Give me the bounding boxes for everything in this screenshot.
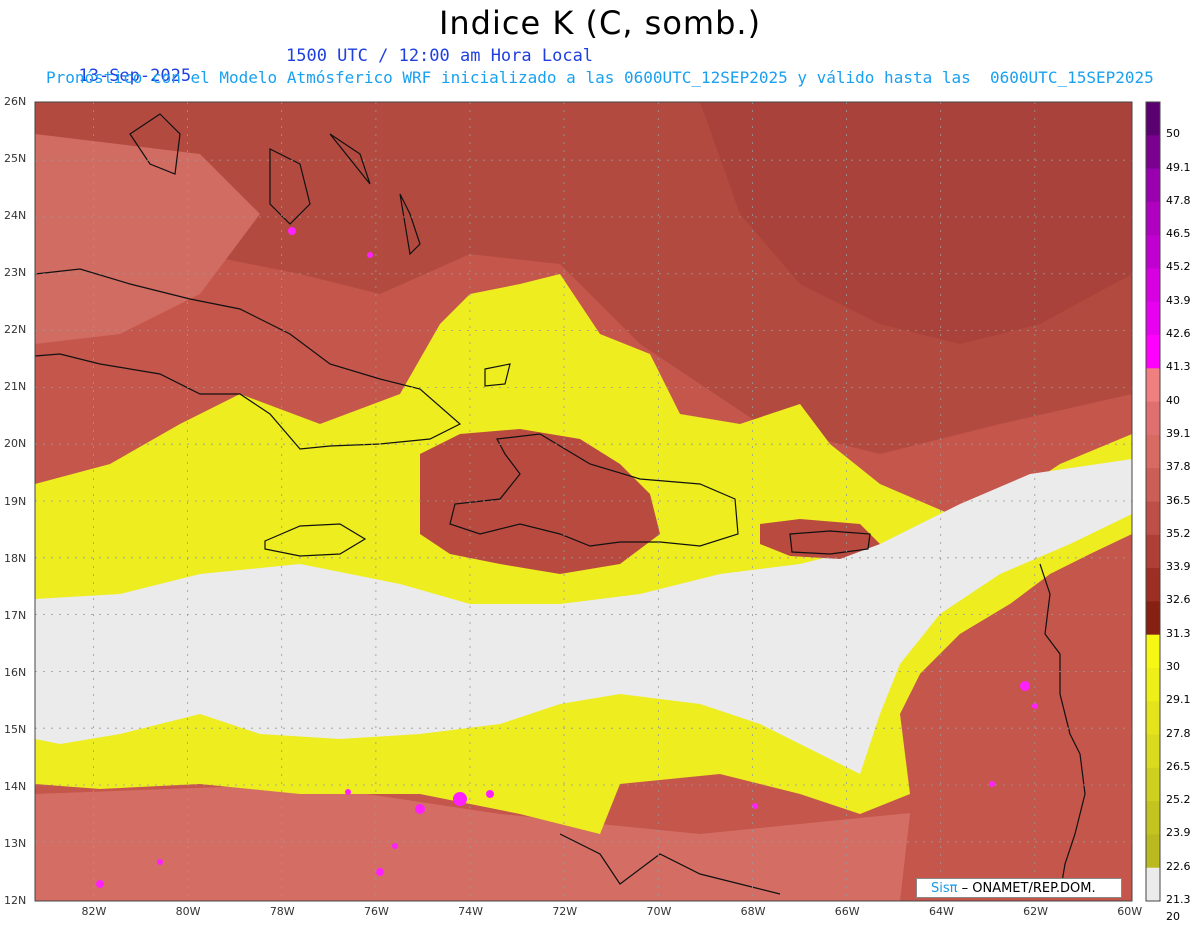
colorbar-swatch — [1146, 102, 1160, 136]
colorbar-label: 43.9 — [1166, 293, 1191, 307]
colorbar-swatch — [1146, 701, 1160, 736]
colorbar-swatch — [1146, 634, 1160, 669]
lon-label: 76W — [363, 905, 389, 918]
colorbar-swatch — [1146, 301, 1160, 336]
lat-label: 16N — [4, 665, 27, 679]
lon-label: 82W — [81, 905, 107, 918]
map-plot-area — [35, 102, 1132, 901]
lat-label: 25N — [4, 152, 27, 166]
colorbar-label: 35.2 — [1166, 526, 1191, 540]
colorbar-swatch — [1146, 201, 1160, 236]
lat-label: 18N — [4, 551, 27, 565]
lat-label: 21N — [4, 380, 27, 394]
colorbar-swatch — [1146, 368, 1160, 403]
colorbar-swatch — [1146, 434, 1160, 469]
colorbar-label: 25.2 — [1166, 793, 1191, 807]
lat-label: 24N — [4, 209, 27, 223]
colorbar-label: 33.9 — [1166, 560, 1191, 574]
lat-label: 26N — [4, 95, 27, 108]
colorbar-label: 46.5 — [1166, 227, 1191, 241]
colorbar-label: 30 — [1166, 659, 1180, 673]
colorbar-swatch — [1146, 501, 1160, 536]
colorbar-swatch — [1146, 534, 1160, 569]
colorbar-swatch — [1146, 867, 1160, 902]
valid-time: 1500 UTC / 12:00 am Hora Local — [286, 46, 594, 66]
colorbar-swatch — [1146, 767, 1160, 802]
colorbar-swatch — [1146, 468, 1160, 502]
lon-label: 74W — [458, 905, 484, 918]
colorbar-swatch — [1146, 268, 1160, 303]
credit-text: – ONAMET/REP.DOM. — [961, 881, 1096, 896]
colorbar-label: 23.9 — [1166, 826, 1191, 840]
colorbar-label: 22.6 — [1166, 859, 1191, 873]
colorbar-label: 42.6 — [1166, 327, 1191, 341]
lat-label: 20N — [4, 437, 27, 451]
lat-label: 14N — [4, 779, 27, 793]
credit-box: Sisπ – ONAMET/REP.DOM. — [916, 878, 1122, 898]
colorbar-label: 31.3 — [1166, 626, 1191, 640]
colorbar-label: 36.5 — [1166, 493, 1191, 507]
lon-label: 80W — [175, 905, 201, 918]
colorbar-label: 21.3 — [1166, 893, 1191, 906]
colorbar-label: 29.1 — [1166, 693, 1191, 707]
k-index-map — [34, 101, 1161, 902]
forecast-info: Pronóstico con el Modelo Atmósferico WRF… — [46, 68, 1154, 87]
lon-label: 68W — [740, 905, 766, 918]
colorbar-label: 50 — [1166, 127, 1180, 141]
colorbar-swatch — [1146, 135, 1160, 170]
colorbar-label: 49.1 — [1166, 160, 1191, 174]
colorbar-swatch — [1146, 568, 1160, 602]
lon-label: 60W — [1117, 905, 1143, 918]
lat-label: 13N — [4, 836, 27, 850]
lon-label: 62W — [1023, 905, 1048, 918]
lon-label: 64W — [928, 905, 954, 918]
lat-label: 12N — [4, 894, 27, 907]
colorbar-label: 26.5 — [1166, 759, 1191, 773]
lon-label: 66W — [834, 905, 860, 918]
colorbar-label: 20 — [1166, 909, 1180, 923]
lon-label: 72W — [552, 905, 578, 918]
colorbar-swatch — [1146, 667, 1160, 702]
colorbar — [1146, 102, 1160, 902]
colorbar-swatch — [1146, 168, 1160, 203]
colorbar-label: 27.8 — [1166, 726, 1191, 740]
lat-label: 17N — [4, 608, 27, 622]
colorbar-label: 37.8 — [1166, 460, 1191, 474]
colorbar-swatch — [1146, 235, 1160, 269]
colorbar-label: 32.6 — [1166, 593, 1191, 607]
map-title: Indice K (C, somb.) — [438, 4, 762, 42]
colorbar-label: 47.8 — [1166, 193, 1191, 207]
colorbar-label: 41.3 — [1166, 360, 1191, 374]
colorbar-swatch — [1146, 801, 1160, 835]
colorbar-label: 40 — [1166, 393, 1180, 407]
colorbar-swatch — [1146, 335, 1160, 369]
colorbar-label: 45.2 — [1166, 260, 1191, 274]
lat-label: 15N — [4, 722, 27, 736]
sispi-logo: Sisπ — [931, 881, 958, 896]
lon-label: 78W — [269, 905, 295, 918]
colorbar-swatch — [1146, 834, 1160, 869]
colorbar-swatch — [1146, 601, 1160, 636]
lat-label: 22N — [4, 323, 27, 337]
lat-label: 19N — [4, 494, 27, 508]
colorbar-swatch — [1146, 401, 1160, 436]
lon-label: 70W — [646, 905, 672, 918]
lat-label: 23N — [4, 266, 27, 280]
colorbar-label: 39.1 — [1166, 426, 1191, 440]
colorbar-swatch — [1146, 734, 1160, 769]
